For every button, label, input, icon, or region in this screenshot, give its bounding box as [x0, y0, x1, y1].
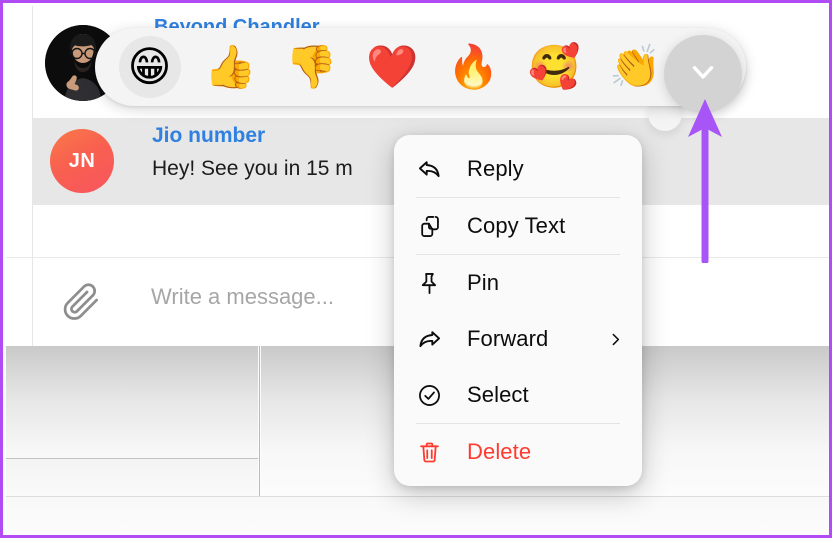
- menu-item-label: Delete: [467, 439, 532, 464]
- copy-documents-icon: [416, 211, 450, 241]
- annotated-screenshot-frame: Beyond Chandler JN Jio number Hey! See y…: [0, 0, 832, 538]
- background-panel-left-lower: [6, 458, 258, 496]
- paperclip-icon[interactable]: [59, 279, 103, 325]
- background-divider-horizontal: [6, 458, 258, 459]
- thumbs-down-emoji[interactable]: 👎: [271, 28, 352, 106]
- highlight-arrow-to-expand-button: [688, 99, 722, 263]
- menu-item-label: Copy Text: [467, 213, 566, 238]
- menu-item-delete[interactable]: Delete: [394, 424, 642, 480]
- menu-item-select[interactable]: Select: [394, 367, 642, 423]
- menu-item-label: Select: [467, 382, 529, 407]
- menu-item-forward[interactable]: Forward: [394, 311, 642, 367]
- menu-item-copy-text[interactable]: Copy Text: [394, 198, 642, 254]
- background-divider-vertical: [259, 346, 260, 496]
- message-preview-text: Hey! See you in 15 m: [152, 157, 353, 180]
- red-heart-emoji[interactable]: ❤️: [352, 28, 433, 106]
- thumbs-down-emoji-glyph: 👎: [285, 42, 338, 91]
- avatar: JN: [50, 129, 114, 193]
- reaction-bar[interactable]: 😁 👍 👎 ❤️ 🔥 🥰 👏: [95, 28, 746, 106]
- grinning-face-emoji[interactable]: 😁: [109, 28, 190, 106]
- menu-item-label: Pin: [467, 270, 500, 295]
- grinning-face-emoji-glyph: 😁: [127, 42, 172, 91]
- thumbs-up-emoji[interactable]: 👍: [190, 28, 271, 106]
- red-heart-emoji-glyph: ❤️: [366, 42, 419, 91]
- chevron-right-icon: [607, 331, 624, 348]
- thumbs-up-emoji-glyph: 👍: [204, 42, 257, 91]
- message-input-placeholder[interactable]: Write a message...: [151, 284, 334, 310]
- trash-icon: [416, 437, 450, 467]
- background-footer: [6, 497, 829, 535]
- message-context-menu[interactable]: Reply Copy Text Pin Forward Select Delet…: [394, 135, 642, 486]
- message-sender-name: Jio number: [152, 124, 266, 147]
- fire-emoji-glyph: 🔥: [447, 42, 500, 91]
- check-circle-icon: [416, 380, 450, 410]
- forward-arrow-icon: [416, 324, 450, 354]
- reply-arrow-icon: [416, 154, 450, 184]
- menu-item-label: Reply: [467, 156, 524, 181]
- smiling-face-with-hearts-emoji[interactable]: 🥰: [514, 28, 595, 106]
- pushpin-icon: [416, 268, 450, 298]
- fire-emoji[interactable]: 🔥: [433, 28, 514, 106]
- clapping-hands-emoji-glyph: 👏: [609, 42, 662, 91]
- chevron-down-icon: [686, 55, 720, 94]
- menu-item-label: Forward: [467, 326, 549, 351]
- menu-item-pin[interactable]: Pin: [394, 255, 642, 311]
- smiling-face-with-hearts-emoji-glyph: 🥰: [528, 42, 581, 91]
- menu-item-reply[interactable]: Reply: [394, 141, 642, 197]
